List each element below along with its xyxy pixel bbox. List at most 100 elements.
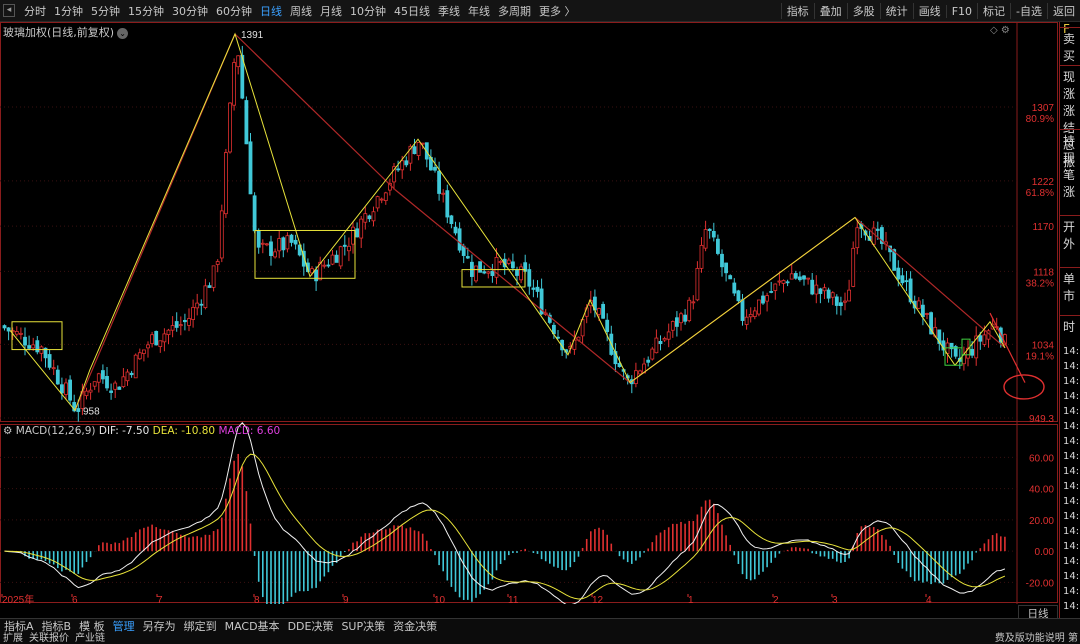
candle-body bbox=[105, 375, 109, 389]
candle-body bbox=[260, 242, 265, 245]
period-tab-1[interactable]: 1分钟 bbox=[50, 3, 87, 19]
indicator-tab-7[interactable]: DDE决策 bbox=[284, 618, 338, 634]
candle-body bbox=[670, 321, 675, 331]
candle-body bbox=[654, 337, 659, 354]
macd-gear-icon[interactable]: ⚙ bbox=[3, 425, 12, 437]
panel-divider bbox=[1060, 129, 1080, 130]
indicator-tab-2[interactable]: 模 板 bbox=[75, 618, 109, 634]
tick-time: 14: bbox=[1063, 541, 1080, 552]
candle-body bbox=[375, 196, 380, 209]
candle-body bbox=[818, 288, 823, 294]
price-level-label: 1034 bbox=[1032, 340, 1055, 351]
candle-body bbox=[732, 282, 737, 294]
candle-body bbox=[527, 269, 532, 287]
fib-level-label: 38.2% bbox=[1026, 278, 1054, 289]
period-tab-14[interactable]: 更多 〉 bbox=[535, 3, 580, 19]
candle-body bbox=[101, 370, 105, 380]
panel-label: 市 bbox=[1063, 289, 1076, 303]
price-level-label: 1118 bbox=[1033, 267, 1054, 278]
period-tab-9[interactable]: 10分钟 bbox=[346, 3, 390, 19]
chart-title: 玻璃加权(日线,前复权) ⌄ bbox=[3, 24, 129, 40]
candle-body bbox=[744, 316, 749, 325]
candle-body bbox=[834, 296, 839, 306]
candle-body bbox=[773, 283, 778, 291]
candle-body bbox=[76, 408, 81, 412]
gear-icon[interactable]: ⚙ bbox=[1001, 25, 1010, 36]
candle-body bbox=[826, 289, 831, 299]
period-tab-3[interactable]: 15分钟 bbox=[124, 3, 168, 19]
macd-axis-label: 60.00 bbox=[1029, 453, 1054, 464]
indicator-tab-8[interactable]: SUP决策 bbox=[337, 618, 389, 634]
status-link-2[interactable]: 产业链 bbox=[75, 633, 111, 644]
tick-time: 14: bbox=[1063, 421, 1080, 432]
indicator-tab-1[interactable]: 指标B bbox=[38, 618, 76, 634]
tool-button-4[interactable]: 画线 bbox=[912, 3, 946, 19]
period-tab-12[interactable]: 年线 bbox=[464, 3, 494, 19]
candle-body bbox=[716, 238, 720, 254]
candle-body bbox=[199, 303, 204, 306]
candle-body bbox=[371, 211, 376, 222]
candle-body bbox=[273, 251, 278, 258]
candle-body bbox=[219, 210, 224, 259]
status-left: 扩展 关联报价 产业链 bbox=[3, 633, 111, 644]
tool-button-6[interactable]: 标记 bbox=[977, 3, 1010, 19]
period-tab-13[interactable]: 多周期 bbox=[494, 3, 535, 19]
period-tab-10[interactable]: 45日线 bbox=[390, 3, 434, 19]
status-link-0[interactable]: 扩展 bbox=[3, 633, 29, 644]
period-tab-5[interactable]: 60分钟 bbox=[212, 3, 256, 19]
x-axis-label: 2025年 bbox=[2, 593, 34, 604]
indicator-tab-4[interactable]: 另存为 bbox=[139, 618, 180, 634]
candle-body bbox=[896, 267, 901, 280]
candle-body bbox=[662, 338, 667, 341]
candle-body bbox=[449, 215, 454, 225]
period-tab-11[interactable]: 季线 bbox=[434, 3, 464, 19]
tool-button-3[interactable]: 统计 bbox=[879, 3, 913, 19]
status-link-1[interactable]: 关联报价 bbox=[29, 633, 75, 644]
candle-body bbox=[916, 300, 921, 309]
period-tab-7[interactable]: 周线 bbox=[286, 3, 316, 19]
candle-body bbox=[839, 302, 843, 307]
collapse-icon[interactable]: ◂ bbox=[3, 4, 15, 17]
candle-body bbox=[703, 229, 708, 249]
candle-body bbox=[416, 141, 421, 156]
tool-button-5[interactable]: F10 bbox=[945, 4, 977, 18]
chevron-down-icon[interactable]: ⌄ bbox=[117, 27, 129, 39]
candle-body bbox=[793, 273, 798, 279]
candle-body bbox=[64, 382, 68, 395]
period-tab-6[interactable]: 日线 bbox=[256, 3, 286, 19]
x-axis-label: 12 bbox=[592, 595, 604, 604]
candle-body bbox=[666, 331, 671, 340]
candle-body bbox=[478, 261, 483, 273]
indicator-tab-5[interactable]: 绑定到 bbox=[180, 618, 221, 634]
candle-body bbox=[687, 299, 692, 322]
period-tab-4[interactable]: 30分钟 bbox=[168, 3, 212, 19]
candle-body bbox=[777, 280, 782, 283]
panel-divider bbox=[1060, 65, 1080, 66]
indicator-tab-6[interactable]: MACD基本 bbox=[221, 618, 284, 634]
tick-time: 14: bbox=[1063, 436, 1080, 447]
tool-button-8[interactable]: 返回 bbox=[1047, 3, 1080, 19]
candle-body bbox=[182, 319, 187, 323]
indicator-tab-0[interactable]: 指标A bbox=[0, 618, 38, 634]
period-tab-2[interactable]: 5分钟 bbox=[87, 3, 124, 19]
period-tab-8[interactable]: 月线 bbox=[316, 3, 346, 19]
candle-body bbox=[412, 146, 417, 155]
candle-body bbox=[691, 301, 696, 304]
fib-level-label: 61.8% bbox=[1026, 188, 1054, 199]
macd-value: MACD: 6.60 bbox=[218, 425, 281, 437]
period-tab-0[interactable]: 分时 bbox=[20, 3, 50, 19]
tool-button-2[interactable]: 多股 bbox=[846, 3, 880, 19]
indicator-tab-9[interactable]: 资金决策 bbox=[389, 618, 441, 634]
window-controls: ◇ ⚙ bbox=[990, 25, 1010, 36]
tool-button-7[interactable]: -自选 bbox=[1010, 3, 1047, 19]
price-level-label: 1170 bbox=[1032, 222, 1054, 233]
indicator-tab-3[interactable]: 管理 bbox=[109, 618, 139, 634]
tool-button-1[interactable]: 叠加 bbox=[813, 3, 847, 19]
candle-body bbox=[757, 299, 761, 315]
kline-chart[interactable]: 130780.9%122261.8%1170111838.2%103419.1%… bbox=[0, 22, 1058, 604]
fib-level-label: 19.1% bbox=[1026, 351, 1054, 362]
macd-dea: DEA: -10.80 bbox=[152, 425, 216, 437]
candle-body bbox=[875, 228, 880, 231]
tool-button-0[interactable]: 指标 bbox=[780, 3, 814, 19]
diamond-icon[interactable]: ◇ bbox=[990, 25, 998, 36]
